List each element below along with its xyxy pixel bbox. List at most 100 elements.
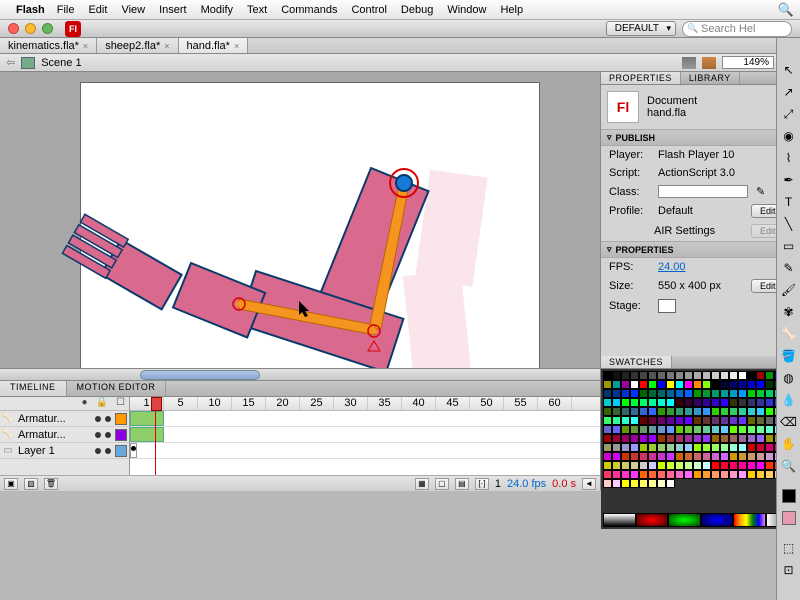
color-swatch[interactable] (621, 443, 630, 452)
color-swatch[interactable] (639, 380, 648, 389)
stage-canvas[interactable] (80, 82, 540, 368)
color-swatch[interactable] (639, 407, 648, 416)
color-swatch[interactable] (738, 398, 747, 407)
color-swatch[interactable] (648, 371, 657, 380)
color-swatch[interactable] (711, 371, 720, 380)
layer-color-swatch[interactable] (115, 413, 127, 425)
color-swatch[interactable] (675, 470, 684, 479)
color-swatch[interactable] (603, 416, 612, 425)
section-properties[interactable]: PROPERTIES (601, 241, 800, 258)
color-swatch[interactable] (756, 452, 765, 461)
color-swatch[interactable] (666, 389, 675, 398)
color-swatch[interactable] (747, 461, 756, 470)
color-swatch[interactable] (693, 425, 702, 434)
playhead[interactable] (155, 397, 156, 475)
stroke-color-swatch[interactable] (779, 486, 799, 506)
color-swatch[interactable] (738, 407, 747, 416)
color-swatch[interactable] (738, 380, 747, 389)
color-swatch[interactable] (621, 479, 630, 488)
color-swatch[interactable] (693, 434, 702, 443)
color-swatch[interactable] (657, 389, 666, 398)
color-swatch[interactable] (720, 470, 729, 479)
color-swatch[interactable] (639, 416, 648, 425)
color-swatch[interactable] (603, 380, 612, 389)
close-tab-icon[interactable]: × (83, 41, 88, 51)
color-swatch[interactable] (765, 461, 774, 470)
color-swatch[interactable] (630, 407, 639, 416)
color-swatch[interactable] (612, 479, 621, 488)
color-swatch[interactable] (747, 443, 756, 452)
color-swatch[interactable] (729, 389, 738, 398)
color-swatch[interactable] (747, 380, 756, 389)
color-swatch[interactable] (693, 461, 702, 470)
color-swatch[interactable] (756, 461, 765, 470)
menu-commands[interactable]: Commands (281, 4, 337, 16)
color-swatch[interactable] (675, 398, 684, 407)
color-swatch[interactable] (765, 452, 774, 461)
color-swatch[interactable] (612, 470, 621, 479)
color-swatch[interactable] (702, 407, 711, 416)
hand-tool[interactable]: ✋ (779, 434, 799, 454)
color-swatch[interactable] (630, 479, 639, 488)
color-swatch[interactable] (684, 398, 693, 407)
color-swatch[interactable] (630, 425, 639, 434)
color-swatch[interactable] (675, 371, 684, 380)
color-swatch[interactable] (639, 389, 648, 398)
color-swatch[interactable] (648, 461, 657, 470)
color-swatch[interactable] (612, 434, 621, 443)
color-swatch[interactable] (738, 389, 747, 398)
color-swatch[interactable] (711, 461, 720, 470)
color-swatch[interactable] (693, 371, 702, 380)
color-swatch[interactable] (738, 452, 747, 461)
color-swatch[interactable] (648, 380, 657, 389)
color-swatch[interactable] (684, 443, 693, 452)
color-swatch[interactable] (675, 452, 684, 461)
color-swatch[interactable] (612, 371, 621, 380)
color-swatch[interactable] (648, 479, 657, 488)
color-swatch[interactable] (756, 380, 765, 389)
doc-tab[interactable]: kinematics.fla*× (0, 38, 97, 53)
tab-timeline[interactable]: TIMELINE (0, 381, 67, 396)
color-swatch[interactable] (648, 389, 657, 398)
stage-color-swatch[interactable] (658, 299, 676, 313)
color-swatch[interactable] (702, 425, 711, 434)
edit-multi-button[interactable]: ▤ (455, 478, 469, 490)
color-swatch[interactable] (747, 470, 756, 479)
color-swatch[interactable] (639, 443, 648, 452)
color-swatch[interactable] (738, 425, 747, 434)
layer-row[interactable]: 🦴 Armatur... (0, 427, 129, 443)
timeline-ruler[interactable]: 151015202530354045505560 (130, 397, 600, 411)
color-swatch[interactable] (747, 434, 756, 443)
color-swatch[interactable] (702, 371, 711, 380)
color-swatch[interactable] (693, 380, 702, 389)
color-swatch[interactable] (675, 389, 684, 398)
onion-outline-button[interactable]: ▢ (435, 478, 449, 490)
color-swatch[interactable] (711, 398, 720, 407)
color-swatch[interactable] (657, 371, 666, 380)
color-swatch[interactable] (675, 425, 684, 434)
color-swatch[interactable] (684, 452, 693, 461)
pen-tool[interactable]: ✒ (779, 170, 799, 190)
color-swatch[interactable] (612, 443, 621, 452)
color-swatch[interactable] (657, 470, 666, 479)
color-swatch[interactable] (738, 470, 747, 479)
color-swatch[interactable] (684, 470, 693, 479)
color-swatch[interactable] (720, 407, 729, 416)
color-swatch[interactable] (729, 398, 738, 407)
color-swatch[interactable] (666, 425, 675, 434)
color-swatch[interactable] (648, 398, 657, 407)
color-swatch[interactable] (621, 398, 630, 407)
color-swatch[interactable] (675, 443, 684, 452)
color-swatch[interactable] (603, 389, 612, 398)
scroll-left-button[interactable]: ◄ (582, 478, 596, 490)
color-swatch[interactable] (747, 407, 756, 416)
color-swatch[interactable] (765, 470, 774, 479)
stage-hscrollbar[interactable] (0, 368, 600, 380)
color-swatch[interactable] (747, 416, 756, 425)
color-swatch[interactable] (657, 461, 666, 470)
color-swatch[interactable] (684, 389, 693, 398)
color-swatch[interactable] (729, 470, 738, 479)
timeline-frames[interactable]: 151015202530354045505560 (130, 397, 600, 475)
color-swatch[interactable] (657, 443, 666, 452)
back-button[interactable]: ⇦ (6, 56, 15, 69)
